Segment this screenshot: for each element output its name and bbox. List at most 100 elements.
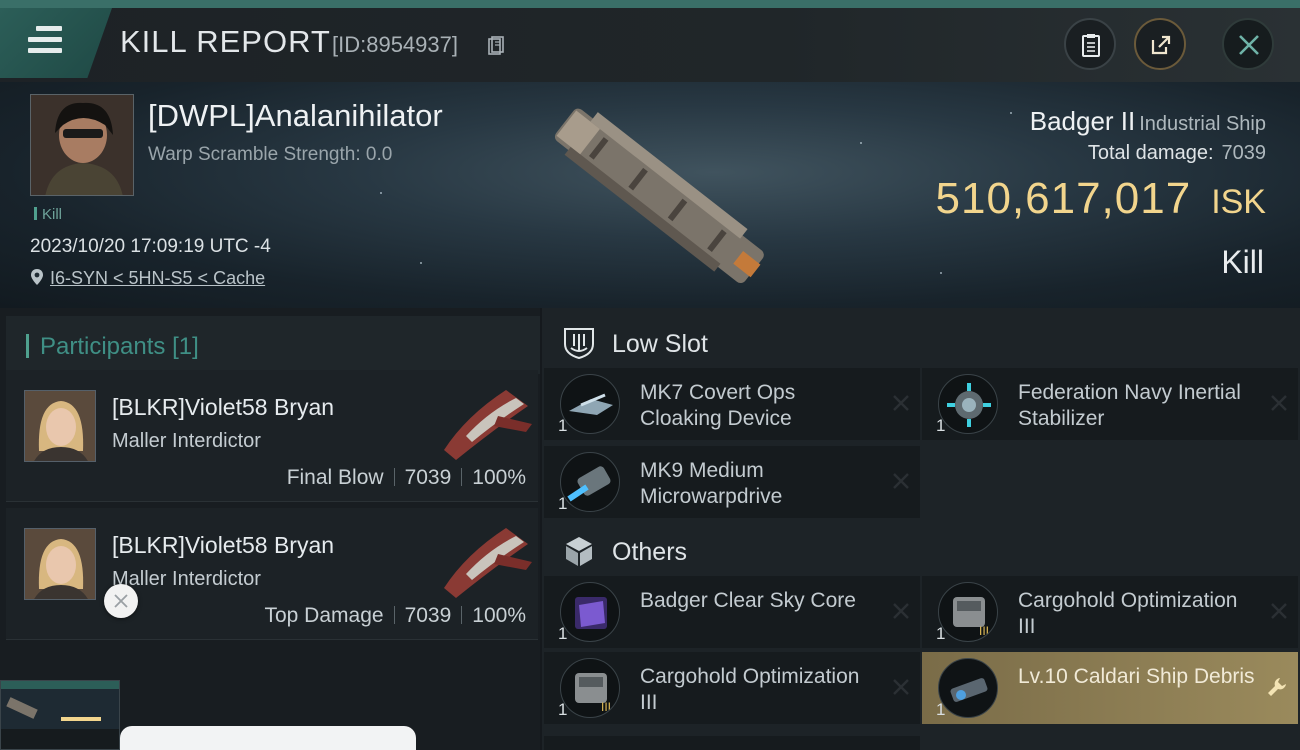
item-quantity: 1 bbox=[936, 624, 946, 643]
participant-stats: Top Damage 7039 100% bbox=[264, 604, 526, 628]
warp-scramble-strength: Warp Scramble Strength: 0.0 bbox=[148, 144, 393, 165]
participant-ship: Maller Interdictor bbox=[112, 568, 261, 590]
destroyed-x-icon bbox=[893, 603, 909, 619]
kill-location-link[interactable]: I6-SYN < 5HN-S5 < Cache bbox=[30, 268, 265, 289]
avatar bbox=[24, 390, 96, 462]
kill-tag-label: Kill bbox=[42, 206, 63, 223]
cargohold-optimization-icon: III bbox=[938, 582, 998, 642]
ship-debris-icon bbox=[938, 658, 998, 718]
others-header: Others bbox=[542, 520, 1300, 578]
clipboard-icon bbox=[1082, 34, 1100, 57]
destroyed-x-icon bbox=[893, 473, 909, 489]
others-title: Others bbox=[612, 538, 688, 566]
cube-icon bbox=[566, 537, 592, 566]
fitted-item[interactable]: III 1 Cargohold Optimization III bbox=[922, 576, 1298, 648]
fitted-item[interactable]: 1 Badger Clear Sky Core bbox=[544, 576, 920, 648]
item-name: MK7 Covert Ops Cloaking Device bbox=[640, 381, 796, 430]
ship-core-icon bbox=[560, 582, 620, 642]
participant-role: Top Damage bbox=[264, 604, 384, 627]
participant-percent: 100% bbox=[472, 604, 526, 627]
item-name: Cargohold Optimization III bbox=[1018, 589, 1238, 638]
participant-stats: Final Blow 7039 100% bbox=[287, 466, 526, 490]
fitted-item[interactable]: 1 MK9 Medium Microwarpdrive bbox=[544, 446, 920, 518]
participant-damage: 7039 bbox=[404, 604, 452, 627]
fitted-item-partial[interactable] bbox=[544, 736, 920, 750]
top-accent-line bbox=[0, 0, 1300, 8]
item-name: MK9 Medium Microwarpdrive bbox=[640, 459, 783, 508]
participants-title: Participants [1] bbox=[40, 333, 199, 361]
close-button[interactable] bbox=[1222, 18, 1274, 70]
participant-row[interactable]: [BLKR]Violet58 Bryan Maller Interdictor … bbox=[6, 370, 538, 502]
item-name: Cargohold Optimization III bbox=[640, 665, 860, 714]
dropped-item[interactable]: 1 Lv.10 Caldari Ship Debris bbox=[922, 652, 1298, 724]
victim-ship[interactable]: Badger II Industrial Ship bbox=[1030, 106, 1266, 137]
kill-tag: Kill bbox=[34, 206, 62, 223]
avatar bbox=[24, 528, 96, 600]
total-damage-value: 7039 bbox=[1221, 142, 1267, 164]
svg-text:III: III bbox=[601, 700, 611, 714]
destroyed-x-icon bbox=[1271, 395, 1287, 411]
destroyed-x-icon bbox=[893, 679, 909, 695]
ship-class: Industrial Ship bbox=[1139, 113, 1266, 135]
location-text: I6-SYN < 5HN-S5 < Cache bbox=[50, 268, 266, 288]
participants-header[interactable]: Participants [1] bbox=[6, 316, 540, 374]
item-quantity: 1 bbox=[558, 624, 568, 643]
wrench-icon bbox=[1268, 678, 1286, 696]
svg-text:III: III bbox=[979, 624, 989, 638]
participant-ship-image bbox=[444, 390, 532, 460]
share-icon bbox=[1151, 35, 1171, 55]
item-name: Lv.10 Caldari Ship Debris bbox=[1018, 665, 1255, 688]
copy-icon[interactable] bbox=[488, 36, 504, 56]
close-icon bbox=[1239, 35, 1259, 55]
bottom-sheet-card[interactable] bbox=[120, 726, 416, 750]
victim-hero: [DWPL]Analanihilator Warp Scramble Stren… bbox=[0, 82, 1300, 308]
kill-datetime: 2023/10/20 17:09:19 UTC -4 bbox=[30, 236, 271, 257]
item-name: Federation Navy Inertial Stabilizer bbox=[1018, 381, 1241, 430]
low-slot-title: Low Slot bbox=[612, 330, 708, 358]
share-button[interactable] bbox=[1134, 18, 1186, 70]
report-id: [ID:8954937] bbox=[332, 32, 458, 57]
overlay-close-button[interactable] bbox=[104, 584, 138, 618]
total-damage-label: Total damage: bbox=[1087, 142, 1214, 164]
victim-portrait[interactable] bbox=[30, 94, 134, 196]
item-name: Badger Clear Sky Core bbox=[640, 589, 856, 612]
fitting-panel: Low Slot 1 MK7 Covert Ops Cloaking Devic… bbox=[542, 308, 1300, 750]
fitted-item[interactable]: 1 MK7 Covert Ops Cloaking Device bbox=[544, 368, 920, 440]
destroyed-x-icon bbox=[1271, 603, 1287, 619]
participant-row[interactable]: [BLKR]Violet58 Bryan Maller Interdictor … bbox=[6, 508, 538, 640]
item-quantity: 1 bbox=[558, 494, 568, 513]
report-notes-button[interactable] bbox=[1064, 18, 1116, 70]
item-quantity: 1 bbox=[558, 416, 568, 435]
item-quantity: 1 bbox=[558, 700, 568, 719]
isk-unit: ISK bbox=[1211, 183, 1266, 221]
participant-percent: 100% bbox=[472, 466, 526, 489]
participants-label: Participants bbox=[40, 333, 166, 360]
participant-role: Final Blow bbox=[286, 466, 384, 489]
fitted-item[interactable]: III 1 Cargohold Optimization III bbox=[544, 652, 920, 724]
participant-ship-image bbox=[444, 528, 532, 598]
microwarpdrive-icon bbox=[560, 452, 620, 512]
isk-amount: 510,617,017 bbox=[935, 174, 1192, 223]
close-icon bbox=[114, 594, 128, 608]
item-quantity: 1 bbox=[936, 416, 946, 435]
page-title: KILL REPORT bbox=[120, 24, 331, 59]
location-pin-icon bbox=[31, 269, 43, 285]
isk-value: 510,617,017 ISK bbox=[936, 174, 1267, 224]
participants-count: [1] bbox=[172, 333, 199, 360]
preview-image bbox=[1, 681, 119, 749]
item-quantity: 1 bbox=[936, 700, 946, 719]
participant-name: [BLKR]Violet58 Bryan bbox=[112, 532, 335, 558]
cloaking-device-icon bbox=[560, 374, 620, 434]
inertial-stabilizer-icon bbox=[938, 374, 998, 434]
fitted-item[interactable]: 1 Federation Navy Inertial Stabilizer bbox=[922, 368, 1298, 440]
mini-preview-thumbnail[interactable] bbox=[0, 680, 120, 750]
destroyed-x-icon bbox=[893, 395, 909, 411]
victim-name[interactable]: [DWPL]Analanihilator bbox=[148, 98, 443, 134]
avatar bbox=[31, 95, 133, 195]
participant-ship: Maller Interdictor bbox=[112, 430, 261, 452]
victim-ship-image bbox=[554, 108, 764, 284]
total-damage: Total damage: 7039 bbox=[1088, 142, 1266, 165]
kill-result: Kill bbox=[1221, 244, 1264, 280]
low-slot-header: Low Slot bbox=[542, 312, 1300, 370]
low-slot-icon bbox=[564, 328, 594, 360]
